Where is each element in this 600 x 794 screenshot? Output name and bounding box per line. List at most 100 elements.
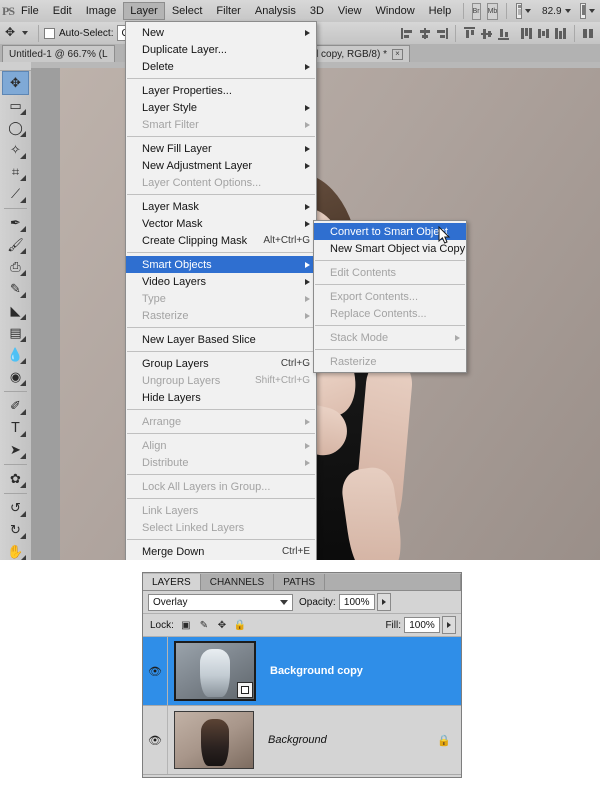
distribute-vertical-centers-icon[interactable] bbox=[537, 27, 550, 40]
menu-item-duplicate-layer[interactable]: Duplicate Layer... bbox=[126, 41, 316, 58]
menu-item-delete[interactable]: Delete bbox=[126, 58, 316, 75]
auto-select-checkbox[interactable] bbox=[44, 27, 55, 39]
menu-item-layer-style[interactable]: Layer Style bbox=[126, 99, 316, 116]
quick-selection-tool[interactable]: ✧ bbox=[3, 139, 28, 161]
menu-item-group-layers[interactable]: Group Layers Ctrl+G bbox=[126, 355, 316, 372]
align-top-edges-icon[interactable] bbox=[463, 26, 476, 40]
menu-select[interactable]: Select bbox=[165, 2, 210, 20]
auto-align-layers-icon[interactable] bbox=[582, 27, 595, 40]
align-bottom-edges-icon[interactable] bbox=[497, 27, 510, 40]
launch-bridge-button[interactable]: Br bbox=[471, 2, 481, 20]
menu-3d[interactable]: 3D bbox=[303, 2, 331, 20]
menu-item-layer-mask[interactable]: Layer Mask bbox=[126, 198, 316, 215]
menu-analysis[interactable]: Analysis bbox=[248, 2, 303, 20]
move-tool[interactable]: ✥ bbox=[2, 71, 29, 95]
menu-item-type: Type bbox=[126, 290, 316, 307]
3d-object-rotate-tool[interactable]: ↺ bbox=[3, 497, 28, 519]
eraser-tool[interactable]: ◣ bbox=[3, 300, 28, 322]
menu-file[interactable]: File bbox=[14, 2, 46, 20]
align-right-edges-icon[interactable] bbox=[435, 27, 448, 40]
blur-tool[interactable]: 💧 bbox=[3, 344, 28, 366]
tab-layers[interactable]: LAYERS bbox=[143, 574, 201, 590]
menu-edit[interactable]: Edit bbox=[46, 2, 79, 20]
workspace-chevron-down-icon[interactable] bbox=[589, 9, 595, 13]
layer-row[interactable]: 👁 Background 🔒 bbox=[143, 706, 461, 775]
rectangle-tool[interactable]: ✿ bbox=[3, 468, 28, 490]
lasso-tool[interactable]: ◯ bbox=[3, 117, 28, 139]
distribute-top-edges-icon[interactable] bbox=[520, 27, 533, 40]
clone-stamp-tool[interactable]: ⎙ bbox=[3, 256, 28, 278]
pen-tool[interactable]: ✐ bbox=[3, 395, 28, 417]
crop-tool[interactable]: ⌗ bbox=[3, 161, 28, 183]
view-extras-icon[interactable] bbox=[515, 3, 523, 19]
smart-objects-submenu[interactable]: Convert to Smart Object New Smart Object … bbox=[313, 220, 467, 373]
layer-menu-dropdown[interactable]: New Duplicate Layer... Delete Layer Propert… bbox=[125, 21, 317, 560]
view-extras-chevron-down-icon[interactable] bbox=[525, 9, 532, 13]
brush-tool[interactable]: 🖌 bbox=[3, 234, 28, 256]
document-tab[interactable]: Untitled-1 @ 66.7% (L bbox=[2, 45, 115, 62]
lock-all-icon[interactable]: 🔒 bbox=[234, 619, 246, 631]
menu-image[interactable]: Image bbox=[79, 2, 124, 20]
menu-item-convert-to-smart-object[interactable]: Convert to Smart Object bbox=[314, 223, 466, 240]
close-icon[interactable]: × bbox=[392, 48, 403, 60]
menu-item-video-layers[interactable]: Video Layers bbox=[126, 273, 316, 290]
layer-thumbnail[interactable] bbox=[174, 641, 256, 701]
3d-camera-rotate-tool[interactable]: ↻ bbox=[3, 519, 28, 541]
lock-row: Lock: ▣ ✎ ✥ 🔒 Fill: 100% bbox=[143, 614, 461, 637]
layer-row[interactable]: 👁 Background copy bbox=[143, 637, 461, 706]
menu-item-hide-layers[interactable]: Hide Layers bbox=[126, 389, 316, 406]
menu-help[interactable]: Help bbox=[422, 2, 459, 20]
tab-channels[interactable]: CHANNELS bbox=[200, 574, 275, 590]
menu-item-new-smart-object-via-copy[interactable]: New Smart Object via Copy bbox=[314, 240, 466, 257]
horizontal-type-tool[interactable]: T bbox=[3, 417, 28, 439]
align-vertical-centers-icon[interactable] bbox=[480, 27, 493, 40]
menu-item-smart-objects[interactable]: Smart Objects bbox=[126, 256, 316, 273]
spot-healing-brush-tool[interactable]: ✒ bbox=[3, 212, 28, 234]
menu-item-merge-down[interactable]: Merge Down Ctrl+E bbox=[126, 543, 316, 560]
workspace-switcher-icon[interactable] bbox=[579, 3, 586, 19]
menu-item-create-clipping-mask[interactable]: Create Clipping Mask Alt+Ctrl+G bbox=[126, 232, 316, 249]
path-selection-tool[interactable]: ➤ bbox=[3, 439, 28, 461]
menu-item-new-fill-layer[interactable]: New Fill Layer bbox=[126, 140, 316, 157]
menu-filter[interactable]: Filter bbox=[209, 2, 247, 20]
menu-item-new-layer-based-slice[interactable]: New Layer Based Slice bbox=[126, 331, 316, 348]
fill-stepper[interactable] bbox=[442, 616, 456, 634]
eraser-tool-glyph: ◣ bbox=[10, 303, 21, 319]
toolbox-grip[interactable] bbox=[0, 62, 31, 71]
menu-layer[interactable]: Layer bbox=[123, 2, 165, 20]
rectangular-marquee-tool[interactable]: ▭ bbox=[3, 95, 28, 117]
lock-image-pixels-icon[interactable]: ✎ bbox=[198, 619, 210, 631]
launch-mini-bridge-button[interactable]: Mb bbox=[486, 2, 499, 20]
distribute-bottom-edges-icon[interactable] bbox=[554, 27, 567, 40]
opacity-input[interactable]: 100% bbox=[338, 594, 375, 610]
layer-name[interactable]: Background copy bbox=[270, 665, 363, 677]
menu-item-label: Ungroup Layers bbox=[142, 374, 221, 387]
layer-visibility-eye-icon[interactable]: 👁 bbox=[143, 637, 168, 705]
menu-item-vector-mask[interactable]: Vector Mask bbox=[126, 215, 316, 232]
dodge-tool[interactable]: ◉ bbox=[3, 366, 28, 388]
history-brush-tool[interactable]: ✎ bbox=[3, 278, 28, 300]
current-tool-icon[interactable]: ✥ bbox=[3, 25, 33, 41]
align-left-edges-icon[interactable] bbox=[401, 27, 414, 40]
lock-position-icon[interactable]: ✥ bbox=[216, 619, 228, 631]
menu-item-new-adjustment-layer[interactable]: New Adjustment Layer bbox=[126, 157, 316, 174]
eyedropper-tool[interactable]: ⟋ bbox=[3, 183, 28, 205]
zoom-chevron-down-icon[interactable] bbox=[564, 9, 571, 13]
menu-view[interactable]: View bbox=[331, 2, 369, 20]
menu-window[interactable]: Window bbox=[369, 2, 422, 20]
layer-visibility-eye-icon[interactable]: 👁 bbox=[143, 706, 168, 774]
layer-name[interactable]: Background bbox=[268, 734, 327, 746]
menu-item-layer-properties[interactable]: Layer Properties... bbox=[126, 82, 316, 99]
zoom-level-value[interactable]: 82.9 bbox=[542, 6, 561, 17]
blend-mode-dropdown[interactable]: Overlay bbox=[148, 593, 293, 611]
hand-tool[interactable]: ✋ bbox=[3, 541, 28, 560]
lock-transparent-pixels-icon[interactable]: ▣ bbox=[180, 619, 192, 631]
align-horizontal-centers-icon[interactable] bbox=[418, 27, 431, 40]
layer-thumbnail[interactable] bbox=[174, 711, 254, 769]
opacity-stepper[interactable] bbox=[376, 593, 391, 611]
gradient-tool[interactable]: ▤ bbox=[3, 322, 28, 344]
tool-preset-chevron-down-icon[interactable] bbox=[22, 31, 28, 35]
fill-input[interactable]: 100% bbox=[404, 617, 440, 633]
tab-paths[interactable]: PATHS bbox=[274, 574, 326, 590]
menu-item-new[interactable]: New bbox=[126, 24, 316, 41]
